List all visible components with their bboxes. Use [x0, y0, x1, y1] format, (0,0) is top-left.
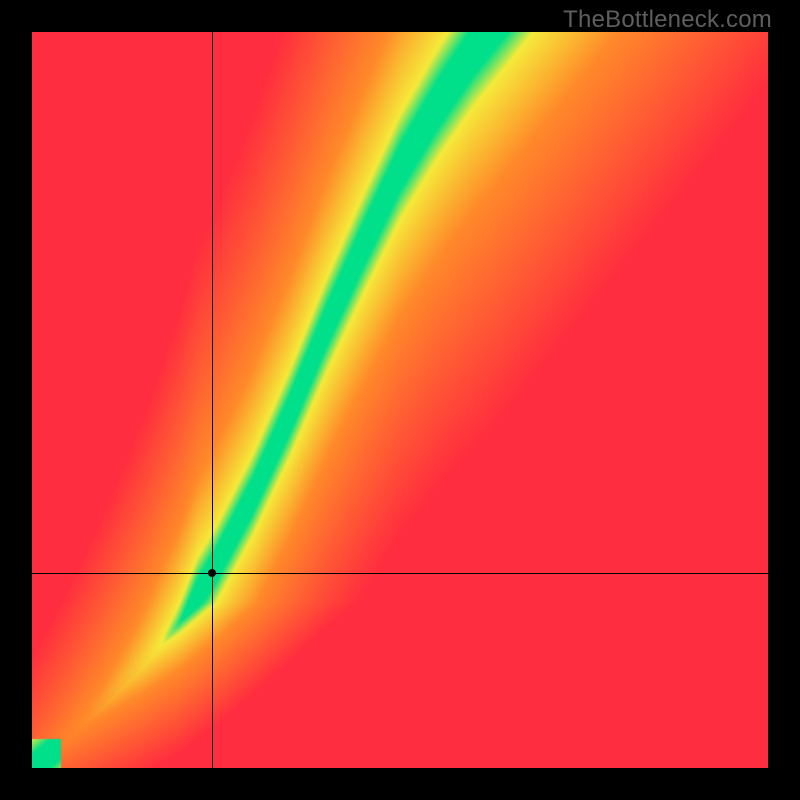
watermark-text: TheBottleneck.com — [563, 6, 772, 34]
chart-frame: TheBottleneck.com — [0, 0, 800, 800]
heatmap-canvas — [32, 32, 768, 768]
heatmap-plot — [32, 32, 768, 768]
crosshair-horizontal — [32, 573, 768, 574]
data-point-marker — [208, 569, 216, 577]
crosshair-vertical — [212, 32, 213, 768]
